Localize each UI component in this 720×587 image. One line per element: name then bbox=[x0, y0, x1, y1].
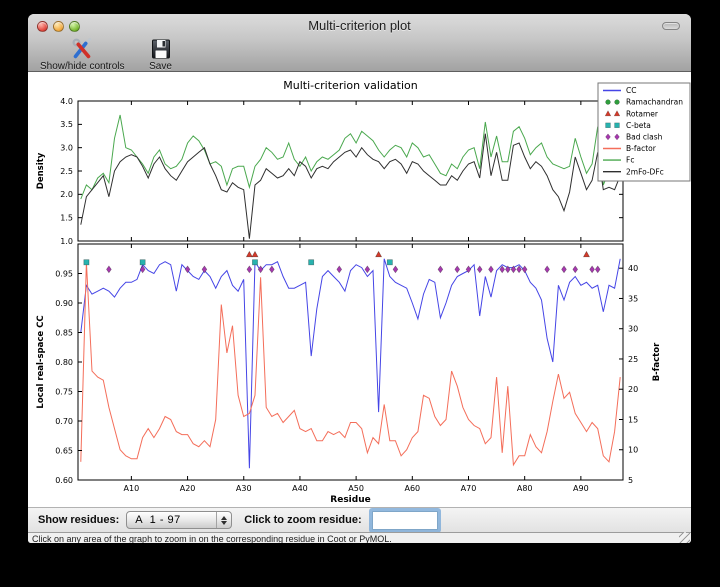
save-button[interactable]: Save bbox=[149, 37, 173, 72]
svg-text:20: 20 bbox=[628, 385, 638, 394]
svg-text:Multi-criterion validation: Multi-criterion validation bbox=[283, 79, 418, 92]
svg-text:3.0: 3.0 bbox=[60, 143, 73, 152]
svg-text:0.80: 0.80 bbox=[55, 358, 73, 367]
svg-text:Fc: Fc bbox=[626, 156, 634, 165]
controls-bar: Show residues: A 1 - 97 Click to zoom re… bbox=[28, 507, 691, 532]
svg-text:Ramachandran: Ramachandran bbox=[626, 98, 683, 107]
svg-text:B-factor: B-factor bbox=[652, 342, 662, 381]
toolbar: Show/hide controls bbox=[28, 36, 691, 71]
toolbar-toggle-capsule[interactable] bbox=[662, 22, 680, 30]
svg-text:A10: A10 bbox=[124, 484, 140, 493]
close-button[interactable] bbox=[37, 21, 48, 32]
svg-text:A20: A20 bbox=[180, 484, 196, 493]
plot-legend: CC Ramachandran Rotamer C-beta Bad clash B-fa… bbox=[598, 83, 690, 181]
svg-text:0.85: 0.85 bbox=[55, 328, 73, 337]
svg-text:0.60: 0.60 bbox=[55, 476, 73, 485]
svg-text:30: 30 bbox=[628, 325, 638, 334]
show-hide-controls-label: Show/hide controls bbox=[40, 61, 125, 72]
status-bar: Click on any area of the graph to zoom i… bbox=[28, 532, 691, 543]
svg-text:Bad clash: Bad clash bbox=[626, 133, 663, 142]
svg-text:A80: A80 bbox=[517, 484, 533, 493]
app-window: Multi-criterion plot Show/hide controls bbox=[28, 14, 691, 543]
titlebar[interactable]: Multi-criterion plot bbox=[28, 14, 691, 36]
traffic-lights bbox=[37, 21, 80, 32]
svg-text:25: 25 bbox=[628, 355, 638, 364]
svg-text:2.0: 2.0 bbox=[60, 190, 73, 199]
save-icon bbox=[149, 37, 173, 61]
plot-region: Multi-criterion validation 1.0 1.5 2.0 2.5 3.… bbox=[28, 72, 691, 507]
svg-text:Density: Density bbox=[36, 152, 46, 189]
residue-range-value: A 1 - 97 bbox=[127, 514, 216, 526]
svg-text:5: 5 bbox=[628, 476, 633, 485]
multi-criterion-figure[interactable]: Multi-criterion validation 1.0 1.5 2.0 2.5 3.… bbox=[28, 72, 691, 507]
popup-stepper-icon bbox=[216, 512, 231, 528]
svg-text:1.5: 1.5 bbox=[60, 213, 73, 222]
svg-text:1.0: 1.0 bbox=[60, 237, 73, 246]
tools-icon bbox=[69, 37, 95, 61]
zoom-button[interactable] bbox=[69, 21, 80, 32]
svg-text:4.0: 4.0 bbox=[60, 97, 73, 106]
svg-text:A90: A90 bbox=[573, 484, 589, 493]
svg-text:2.5: 2.5 bbox=[60, 167, 73, 176]
svg-text:A70: A70 bbox=[461, 484, 477, 493]
window-chrome: Multi-criterion plot Show/hide controls bbox=[28, 14, 691, 72]
minimize-button[interactable] bbox=[53, 21, 64, 32]
save-label: Save bbox=[149, 61, 172, 72]
svg-text:Rotamer: Rotamer bbox=[626, 109, 659, 118]
svg-text:0.70: 0.70 bbox=[55, 417, 73, 426]
svg-text:B-factor: B-factor bbox=[626, 144, 657, 153]
svg-text:A40: A40 bbox=[292, 484, 308, 493]
svg-text:A30: A30 bbox=[236, 484, 252, 493]
svg-text:15: 15 bbox=[628, 415, 638, 424]
svg-text:0.90: 0.90 bbox=[55, 299, 73, 308]
chevron-up-icon bbox=[221, 516, 227, 520]
zoom-residue-input[interactable] bbox=[372, 511, 438, 530]
residue-range-select[interactable]: A 1 - 97 bbox=[126, 511, 232, 529]
svg-text:Local real-space CC: Local real-space CC bbox=[36, 315, 46, 408]
svg-text:3.5: 3.5 bbox=[60, 120, 73, 129]
svg-text:2mFo-DFc: 2mFo-DFc bbox=[626, 167, 664, 176]
svg-text:A60: A60 bbox=[404, 484, 420, 493]
window-title: Multi-criterion plot bbox=[88, 18, 631, 33]
show-residues-label: Show residues: bbox=[38, 514, 119, 526]
svg-text:A50: A50 bbox=[348, 484, 364, 493]
status-text: Click on any area of the graph to zoom i… bbox=[32, 534, 392, 544]
resize-grip[interactable] bbox=[679, 532, 690, 543]
svg-text:0.95: 0.95 bbox=[55, 269, 73, 278]
show-hide-controls-button[interactable]: Show/hide controls bbox=[40, 37, 125, 72]
svg-text:C-beta: C-beta bbox=[626, 121, 651, 130]
svg-text:0.65: 0.65 bbox=[55, 446, 73, 455]
svg-text:40: 40 bbox=[628, 264, 638, 273]
svg-text:Residue: Residue bbox=[330, 495, 370, 505]
svg-text:35: 35 bbox=[628, 294, 638, 303]
svg-text:CC: CC bbox=[626, 86, 636, 95]
chevron-down-icon bbox=[221, 521, 227, 525]
zoom-residue-label: Click to zoom residue: bbox=[244, 514, 361, 526]
svg-text:0.75: 0.75 bbox=[55, 387, 73, 396]
svg-text:10: 10 bbox=[628, 446, 638, 455]
